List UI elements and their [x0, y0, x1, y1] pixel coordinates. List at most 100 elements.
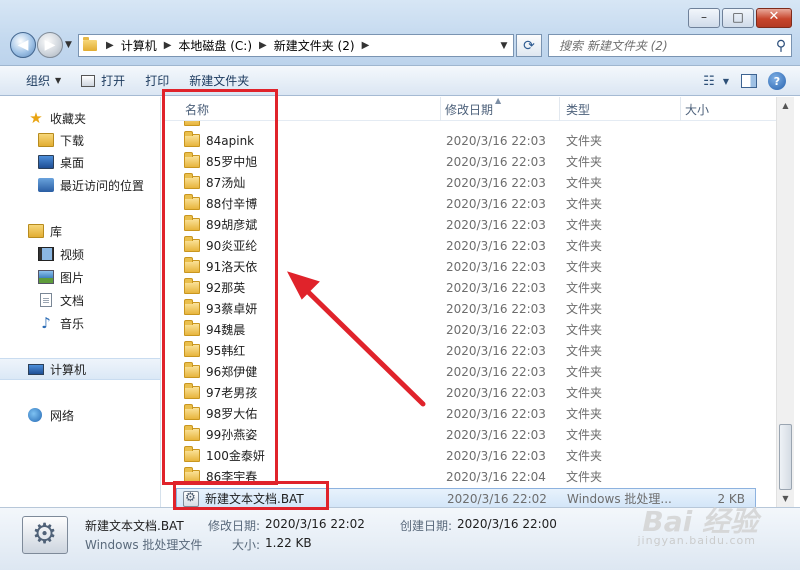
- back-arrow-icon: ◀: [17, 37, 29, 53]
- file-row[interactable]: 87汤灿 2020/3/16 22:03 文件夹: [162, 172, 776, 193]
- file-name: 98罗大佑: [206, 407, 258, 421]
- folder-icon: [184, 320, 200, 336]
- history-dropdown-icon[interactable]: ▼: [65, 40, 72, 50]
- file-row[interactable]: 93蔡卓妍 2020/3/16 22:03 文件夹: [162, 298, 776, 319]
- nav-pictures[interactable]: 图片: [0, 266, 160, 288]
- music-icon: ♪: [41, 314, 51, 332]
- batch-file-icon: [183, 490, 199, 507]
- open-button[interactable]: 打开: [71, 70, 135, 92]
- column-type[interactable]: 类型: [561, 97, 681, 121]
- file-row[interactable]: 100金泰妍 2020/3/16 22:03 文件夹: [162, 445, 776, 466]
- crumb-current-folder[interactable]: 新建文件夹 (2): [272, 37, 357, 54]
- nav-videos[interactable]: 视频: [0, 243, 160, 265]
- view-options-button[interactable]: ☷: [698, 70, 720, 92]
- folder-icon: [184, 299, 200, 315]
- refresh-button[interactable]: ⟳: [516, 34, 542, 57]
- help-icon: ?: [768, 72, 786, 90]
- file-name: 85罗中旭: [206, 155, 258, 169]
- crumb-separator-icon[interactable]: ▶: [159, 40, 177, 51]
- details-size-value: 1.22 KB: [265, 536, 312, 550]
- organize-button[interactable]: 组织 ▼: [16, 70, 71, 92]
- video-icon: [38, 247, 54, 261]
- file-name: 84apink: [206, 133, 255, 148]
- column-name[interactable]: 名称: [180, 97, 438, 121]
- file-row[interactable]: 90炎亚纶 2020/3/16 22:03 文件夹: [162, 235, 776, 256]
- print-label: 打印: [145, 74, 170, 88]
- file-name-cell: 86李宇春: [184, 467, 434, 485]
- file-row[interactable]: 86李宇春 2020/3/16 22:04 文件夹: [162, 466, 776, 487]
- file-date: 2020/3/16 22:03: [446, 322, 546, 337]
- batch-file-icon: [22, 516, 68, 554]
- file-row[interactable]: 94魏晨 2020/3/16 22:03 文件夹: [162, 319, 776, 340]
- file-row[interactable]: 96郑伊健 2020/3/16 22:03 文件夹: [162, 361, 776, 382]
- watermark-url: jingyan.baidu.com: [637, 534, 756, 547]
- sort-up-icon: ▲: [495, 97, 502, 105]
- nav-music[interactable]: ♪ 音乐: [0, 312, 160, 334]
- nav-favorites[interactable]: ★ 收藏夹: [0, 107, 160, 129]
- file-row[interactable]: 97老男孩 2020/3/16 22:03 文件夹: [162, 382, 776, 403]
- nav-desktop[interactable]: 桌面: [0, 151, 160, 173]
- address-bar[interactable]: ▶ 计算机 ▶ 本地磁盘 (C:) ▶ 新建文件夹 (2) ▶ ▼: [78, 34, 514, 57]
- nav-libraries[interactable]: 库: [0, 220, 160, 242]
- open-icon: [81, 74, 96, 87]
- nav-recent-places[interactable]: 最近访问的位置: [0, 174, 160, 196]
- preview-pane-button[interactable]: [738, 70, 760, 92]
- nav-label: 桌面: [60, 155, 85, 170]
- folder-icon: [184, 425, 200, 441]
- file-type: 文件夹: [566, 281, 603, 295]
- details-created-value: 2020/3/16 22:00: [457, 517, 557, 531]
- crumb-separator-icon[interactable]: ▶: [357, 40, 375, 51]
- file-row[interactable]: 99孙燕姿 2020/3/16 22:03 文件夹: [162, 424, 776, 445]
- back-button[interactable]: ◀: [10, 32, 36, 58]
- file-row[interactable]: 92那英 2020/3/16 22:03 文件夹: [162, 277, 776, 298]
- file-date: 2020/3/16 22:03: [446, 217, 546, 232]
- file-row[interactable]: 88付辛博 2020/3/16 22:03 文件夹: [162, 193, 776, 214]
- crumb-local-disk[interactable]: 本地磁盘 (C:): [176, 37, 254, 54]
- crumb-computer[interactable]: 计算机: [119, 37, 159, 54]
- nav-documents[interactable]: 文档: [0, 289, 160, 311]
- forward-button[interactable]: ▶: [37, 32, 63, 58]
- folder-icon: [184, 215, 200, 231]
- folder-icon: [184, 404, 200, 420]
- file-row[interactable]: 91洛天依 2020/3/16 22:03 文件夹: [162, 256, 776, 277]
- scroll-up-icon[interactable]: ▲: [777, 97, 794, 114]
- file-date: 2020/3/16 22:03: [446, 154, 546, 169]
- file-type: 文件夹: [566, 155, 603, 169]
- desktop-icon: [38, 155, 54, 169]
- file-row[interactable]: 95韩红 2020/3/16 22:03 文件夹: [162, 340, 776, 361]
- nav-computer[interactable]: 计算机: [0, 358, 160, 380]
- folder-icon: [184, 278, 200, 294]
- search-icon[interactable]: ⚲: [771, 38, 791, 54]
- print-button[interactable]: 打印: [135, 70, 179, 92]
- vertical-scrollbar[interactable]: ▲ ▼: [776, 97, 794, 507]
- column-size[interactable]: 大小: [680, 97, 770, 121]
- help-button[interactable]: ?: [766, 70, 788, 92]
- file-row[interactable]: 98罗大佑 2020/3/16 22:03 文件夹: [162, 403, 776, 424]
- view-dropdown-button[interactable]: ▼: [720, 70, 732, 92]
- column-divider[interactable]: [559, 97, 560, 121]
- search-input[interactable]: [559, 38, 771, 53]
- file-row[interactable]: 85罗中旭 2020/3/16 22:03 文件夹: [162, 151, 776, 172]
- minimize-button[interactable]: –: [688, 8, 720, 28]
- nav-downloads[interactable]: 下载: [0, 129, 160, 151]
- file-row[interactable]: 84apink 2020/3/16 22:03 文件夹: [162, 130, 776, 151]
- file-name-cell: 96郑伊健: [184, 362, 434, 380]
- crumb-separator-icon[interactable]: ▶: [254, 40, 272, 51]
- file-name-cell: 85罗中旭: [184, 152, 434, 170]
- search-box[interactable]: ⚲: [548, 34, 792, 57]
- maximize-button[interactable]: □: [722, 8, 754, 28]
- preview-pane-icon: [741, 74, 757, 88]
- new-folder-button[interactable]: 新建文件夹: [179, 70, 259, 92]
- scroll-down-icon[interactable]: ▼: [777, 490, 794, 507]
- close-button[interactable]: ✕: [756, 8, 792, 28]
- file-name: 87汤灿: [206, 176, 246, 190]
- address-dropdown-icon[interactable]: ▼: [495, 41, 513, 51]
- crumb-separator-icon[interactable]: ▶: [101, 40, 119, 51]
- nav-network[interactable]: 网络: [0, 404, 160, 426]
- file-list: 名称 修改日期 ▲ 类型 大小 84apink 2020/3/16 22:03 文件…: [162, 97, 776, 507]
- nav-label: 文档: [60, 293, 85, 308]
- scrollbar-thumb[interactable]: [779, 424, 792, 490]
- folder-icon: [184, 194, 200, 210]
- nav-label: 网络: [50, 408, 75, 423]
- file-row[interactable]: 89胡彦斌 2020/3/16 22:03 文件夹: [162, 214, 776, 235]
